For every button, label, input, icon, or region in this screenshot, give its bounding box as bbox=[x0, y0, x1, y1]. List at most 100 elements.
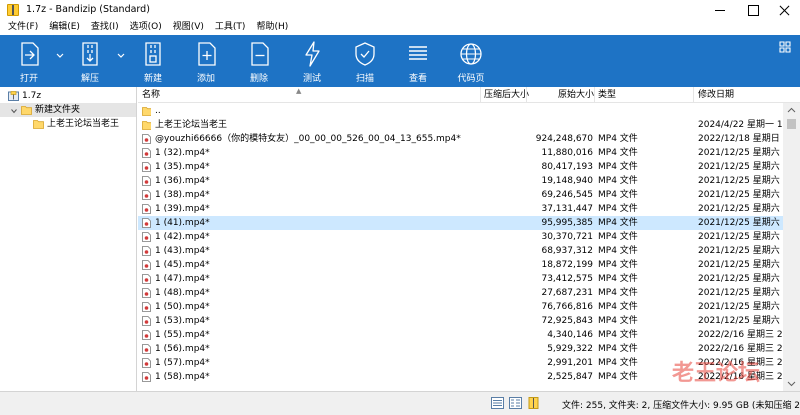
menu-help[interactable]: 帮助(H) bbox=[256, 20, 288, 35]
file-modified-date: 2021/12/25 星期六 22: bbox=[698, 232, 783, 242]
add-label: 添加 bbox=[196, 74, 215, 84]
file-row[interactable]: 1 (32).mp4* 11,880,016 MP4 文件 2021/12/25 星期… bbox=[138, 146, 783, 160]
file-modified-date: 2021/12/25 星期六 22: bbox=[698, 176, 783, 186]
file-original-size: 5,929,322 bbox=[547, 344, 593, 354]
file-row[interactable]: 1 (41).mp4* 95,995,385 MP4 文件 2021/12/25 星期… bbox=[138, 216, 783, 230]
file-row[interactable]: 1 (47).mp4* 73,412,575 MP4 文件 2021/12/25 星期… bbox=[138, 272, 783, 286]
file-row[interactable]: 1 (43).mp4* 68,937,312 MP4 文件 2021/12/25 星期… bbox=[138, 244, 783, 258]
list-view-icon[interactable] bbox=[509, 397, 522, 409]
tree-item-subfolder[interactable]: 上老王论坛当老王 bbox=[0, 117, 136, 131]
file-row[interactable]: 1 (42).mp4* 30,370,721 MP4 文件 2021/12/25 星期… bbox=[138, 230, 783, 244]
open-button[interactable]: 打开 bbox=[4, 35, 54, 87]
column-type[interactable]: 类型 bbox=[598, 87, 616, 103]
archive-info-icon[interactable] bbox=[527, 397, 540, 409]
column-original-size[interactable]: 原始大小 bbox=[558, 87, 594, 103]
open-label: 打开 bbox=[19, 74, 38, 84]
file-modified-date: 2021/12/25 星期六 22: bbox=[698, 204, 783, 214]
new-archive-button[interactable]: 新建 bbox=[128, 35, 178, 87]
menu-view[interactable]: 视图(V) bbox=[173, 20, 204, 35]
window-title: 1.7z - Bandizip (Standard) bbox=[26, 4, 150, 15]
menu-file[interactable]: 文件(F) bbox=[8, 20, 38, 35]
file-row[interactable]: 1 (39).mp4* 37,131,447 MP4 文件 2021/12/25 星期… bbox=[138, 202, 783, 216]
mp4-file-icon bbox=[142, 246, 151, 256]
file-row[interactable]: 1 (55).mp4* 4,340,146 MP4 文件 2022/2/16 星期三 … bbox=[138, 328, 783, 342]
file-modified-date: 2021/12/25 星期六 22: bbox=[698, 260, 783, 270]
file-name: 1 (36).mp4* bbox=[155, 176, 210, 186]
file-original-size: 18,872,199 bbox=[541, 260, 593, 270]
file-row[interactable]: 1 (53).mp4* 72,925,843 MP4 文件 2021/12/25 星期… bbox=[138, 314, 783, 328]
file-type: MP4 文件 bbox=[598, 190, 638, 200]
column-divider[interactable] bbox=[693, 87, 694, 103]
minimize-button[interactable] bbox=[704, 0, 736, 20]
column-modified[interactable]: 修改日期 bbox=[698, 87, 734, 103]
test-icon bbox=[300, 41, 324, 67]
file-original-size: 37,131,447 bbox=[541, 204, 593, 214]
file-name: 1 (55).mp4* bbox=[155, 330, 210, 340]
view-icon bbox=[406, 41, 430, 67]
mp4-file-icon bbox=[142, 162, 151, 172]
open-icon bbox=[17, 41, 41, 67]
maximize-button[interactable] bbox=[736, 0, 768, 20]
scroll-down-icon[interactable] bbox=[783, 376, 800, 391]
close-button[interactable] bbox=[768, 0, 800, 20]
menu-options[interactable]: 选项(O) bbox=[130, 20, 162, 35]
file-row[interactable]: 1 (50).mp4* 76,766,816 MP4 文件 2021/12/25 星期… bbox=[138, 300, 783, 314]
file-row[interactable]: 上老王论坛当老王 2024/4/22 星期一 14:5 bbox=[138, 118, 783, 132]
test-button[interactable]: 测试 bbox=[287, 35, 337, 87]
mp4-file-icon bbox=[142, 218, 151, 228]
layout-toggle-icon[interactable] bbox=[778, 40, 792, 54]
menu-find[interactable]: 查找(I) bbox=[91, 20, 119, 35]
codepage-button[interactable]: 代码页 bbox=[446, 35, 496, 87]
column-packed-size[interactable]: 压缩后大小 bbox=[484, 87, 529, 103]
scrollbar-thumb[interactable] bbox=[787, 119, 796, 129]
view-button[interactable]: 查看 bbox=[393, 35, 443, 87]
file-row[interactable]: 1 (35).mp4* 80,417,193 MP4 文件 2021/12/25 星期… bbox=[138, 160, 783, 174]
file-name: 1 (39).mp4* bbox=[155, 204, 210, 214]
extract-dropdown-chevron-icon[interactable] bbox=[117, 52, 125, 60]
file-type bbox=[598, 118, 693, 132]
tree-expand-chevron-icon[interactable] bbox=[10, 106, 18, 114]
file-row[interactable]: @youzhi66666（你的模特女友）_00_00_00_526_00_04_… bbox=[138, 132, 783, 146]
delete-button[interactable]: 删除 bbox=[234, 35, 284, 87]
tree-item-label: 新建文件夹 bbox=[35, 105, 81, 115]
scroll-up-icon[interactable] bbox=[783, 103, 800, 118]
file-row[interactable]: 1 (45).mp4* 18,872,199 MP4 文件 2021/12/25 星期… bbox=[138, 258, 783, 272]
file-row[interactable]: 1 (48).mp4* 27,687,231 MP4 文件 2021/12/25 星期… bbox=[138, 286, 783, 300]
scan-icon bbox=[353, 41, 377, 67]
tree-item-archive[interactable]: 1.7z bbox=[0, 89, 136, 103]
file-row[interactable]: 1 (36).mp4* 19,148,940 MP4 文件 2021/12/25 星期… bbox=[138, 174, 783, 188]
file-type bbox=[598, 104, 693, 118]
column-divider[interactable] bbox=[526, 87, 527, 103]
file-type: MP4 文件 bbox=[598, 162, 638, 172]
column-divider[interactable] bbox=[594, 87, 595, 103]
file-original-size: 11,880,016 bbox=[541, 148, 593, 158]
file-type: MP4 文件 bbox=[598, 344, 638, 354]
add-icon bbox=[194, 41, 218, 67]
extract-icon bbox=[78, 41, 102, 67]
menu-tools[interactable]: 工具(T) bbox=[215, 20, 246, 35]
menu-edit[interactable]: 编辑(E) bbox=[49, 20, 80, 35]
tree-item-new-folder[interactable]: 新建文件夹 bbox=[0, 103, 136, 117]
folder-icon bbox=[142, 106, 151, 116]
open-dropdown-chevron-icon[interactable] bbox=[56, 52, 64, 60]
column-divider[interactable] bbox=[480, 87, 481, 103]
tree-item-label: 上老王论坛当老王 bbox=[47, 119, 120, 129]
file-list: 名称 ▲ 压缩后大小 原始大小 类型 修改日期 .. 上老王论坛当老王 2024/4… bbox=[138, 87, 800, 391]
file-row[interactable]: 1 (38).mp4* 69,246,545 MP4 文件 2021/12/25 星期… bbox=[138, 188, 783, 202]
mp4-file-icon bbox=[142, 288, 151, 298]
file-original-size: 69,246,545 bbox=[541, 190, 593, 200]
file-modified-date: 2021/12/25 星期六 22: bbox=[698, 288, 783, 298]
file-name: 1 (32).mp4* bbox=[155, 148, 210, 158]
bandizip-app-icon bbox=[7, 4, 19, 16]
file-type: MP4 文件 bbox=[598, 330, 638, 340]
column-name[interactable]: 名称 bbox=[142, 87, 160, 103]
scan-button[interactable]: 扫描 bbox=[340, 35, 390, 87]
file-row[interactable]: .. bbox=[138, 104, 783, 118]
file-row[interactable]: 1 (56).mp4* 5,929,322 MP4 文件 2022/2/16 星期三 … bbox=[138, 342, 783, 356]
new-archive-icon bbox=[141, 41, 165, 67]
vertical-scrollbar[interactable] bbox=[783, 103, 800, 391]
add-button[interactable]: 添加 bbox=[181, 35, 231, 87]
extract-button[interactable]: 解压 bbox=[65, 35, 115, 87]
file-name: 1 (56).mp4* bbox=[155, 344, 210, 354]
details-view-icon[interactable] bbox=[491, 397, 504, 409]
